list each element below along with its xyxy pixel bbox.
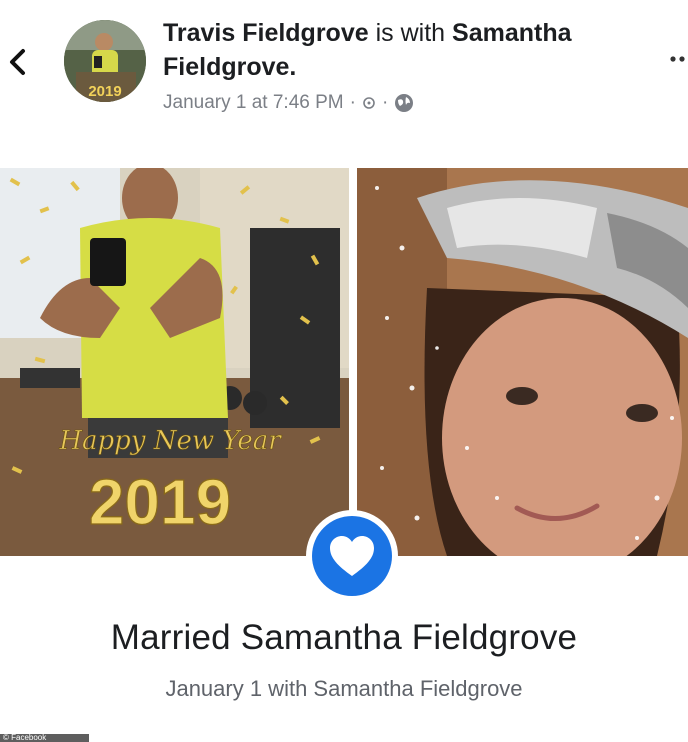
post-meta: Travis Fieldgrove is with Samantha Field… [163, 16, 663, 114]
globe-icon[interactable] [394, 93, 414, 113]
back-button[interactable] [0, 40, 34, 84]
author-line: Travis Fieldgrove is with Samantha Field… [163, 16, 663, 84]
gym-selfie-photo: Happy New Year 2019 [0, 168, 349, 556]
more-dots-icon [670, 56, 685, 62]
with-connector: is with [375, 19, 446, 47]
author-name[interactable]: Travis Fieldgrove [163, 19, 369, 47]
life-event-title: Married Samantha Fieldgrove [110, 618, 578, 657]
portrait-photo [357, 168, 688, 556]
watermark: © Facebook [0, 734, 89, 742]
year-text: 2019 [89, 466, 231, 538]
heart-icon [330, 536, 374, 576]
heart-badge-circle [312, 516, 392, 596]
avatar-photo: 2019 [64, 20, 146, 102]
post-header: 2019 Travis Fieldgrove is with Samantha … [0, 0, 688, 160]
heart-badge [306, 510, 398, 602]
photo-right[interactable] [357, 168, 688, 556]
avatar-badge-text: 2019 [88, 83, 121, 100]
chevron-left-icon [10, 49, 25, 75]
more-options-button[interactable] [666, 44, 688, 74]
timestamp[interactable]: January 1 at 7:46 PM [163, 92, 344, 114]
greeting-text: Happy New Year [58, 426, 282, 456]
separator-dot: · [349, 92, 356, 113]
life-event-subtitle: January 1 with Samantha Fieldgrove [165, 676, 523, 701]
timestamp-line: January 1 at 7:46 PM · · [163, 92, 663, 114]
photo-left[interactable]: Happy New Year 2019 [0, 168, 349, 556]
small-circle-icon [363, 97, 375, 109]
separator-dot-2: · [381, 92, 389, 113]
avatar[interactable]: 2019 [64, 20, 146, 102]
